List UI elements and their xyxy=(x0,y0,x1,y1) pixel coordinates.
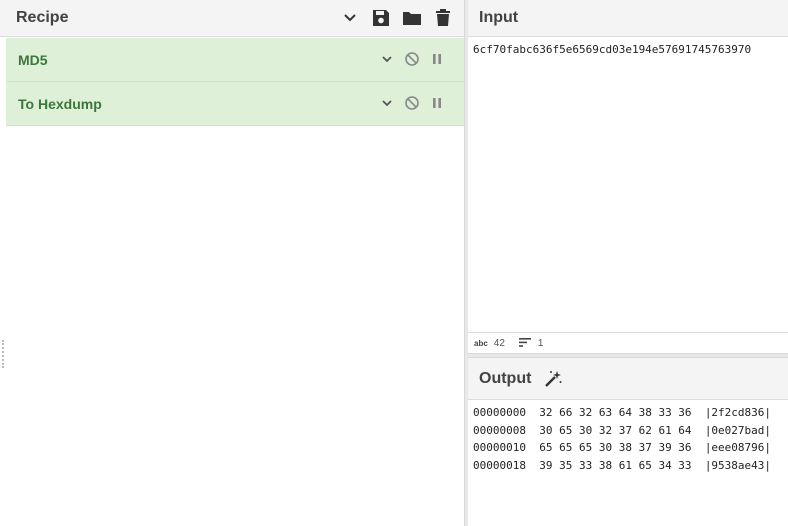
input-header: Input xyxy=(468,0,788,37)
recipe-toolbar xyxy=(340,7,464,29)
input-status-bar: abc 42 1 xyxy=(468,332,788,354)
recipe-operation-to-hexdump[interactable]: To Hexdump xyxy=(6,82,464,126)
recipe-panel: Recipe MD5 To Hexdump xyxy=(0,0,464,526)
resize-grip[interactable] xyxy=(2,340,4,368)
magic-wand-icon[interactable] xyxy=(543,369,563,389)
output-pane: Output 00000000 32 66 32 63 64 38 33 36 … xyxy=(468,358,788,526)
output-title: Output xyxy=(479,369,532,387)
input-length: 42 xyxy=(493,338,505,349)
input-pane: Input 6cf70fabc636f5e6569cd03e194e576917… xyxy=(468,0,788,352)
save-icon[interactable] xyxy=(371,7,391,29)
operation-name: To Hexdump xyxy=(18,95,102,112)
chevron-down-icon[interactable] xyxy=(378,94,396,112)
disable-icon[interactable] xyxy=(403,50,421,68)
hexdump-row: 00000008 30 65 30 32 37 62 61 64 |0e027b… xyxy=(473,423,772,437)
operation-name: MD5 xyxy=(18,51,48,68)
output-text: 00000000 32 66 32 63 64 38 33 36 |2f2cd8… xyxy=(473,404,771,474)
lines-icon xyxy=(518,337,531,350)
chevron-down-icon[interactable] xyxy=(378,50,396,68)
disable-icon[interactable] xyxy=(403,94,421,112)
output-header: Output xyxy=(468,358,788,400)
input-lines: 1 xyxy=(537,338,544,349)
folder-icon[interactable] xyxy=(402,7,422,29)
operation-controls xyxy=(371,50,446,68)
recipe-title: Recipe xyxy=(16,9,69,26)
hexdump-row: 00000010 65 65 65 30 38 37 39 36 |eee087… xyxy=(473,441,772,454)
operation-controls xyxy=(371,94,446,112)
input-textarea[interactable]: 6cf70fabc636f5e6569cd03e194e576917457639… xyxy=(473,43,751,56)
input-title: Input xyxy=(479,9,519,26)
pause-icon[interactable] xyxy=(428,94,446,112)
hexdump-row: 00000000 32 66 32 63 64 38 33 36 |2f2cd8… xyxy=(473,406,772,419)
chevron-down-icon[interactable] xyxy=(340,7,360,29)
pause-icon[interactable] xyxy=(428,50,446,68)
abc-icon: abc xyxy=(474,339,488,348)
trash-icon[interactable] xyxy=(433,7,453,29)
hexdump-row: 00000018 39 35 33 38 61 65 34 33 |9538ae… xyxy=(473,458,772,472)
recipe-operation-md5[interactable]: MD5 xyxy=(6,38,464,82)
